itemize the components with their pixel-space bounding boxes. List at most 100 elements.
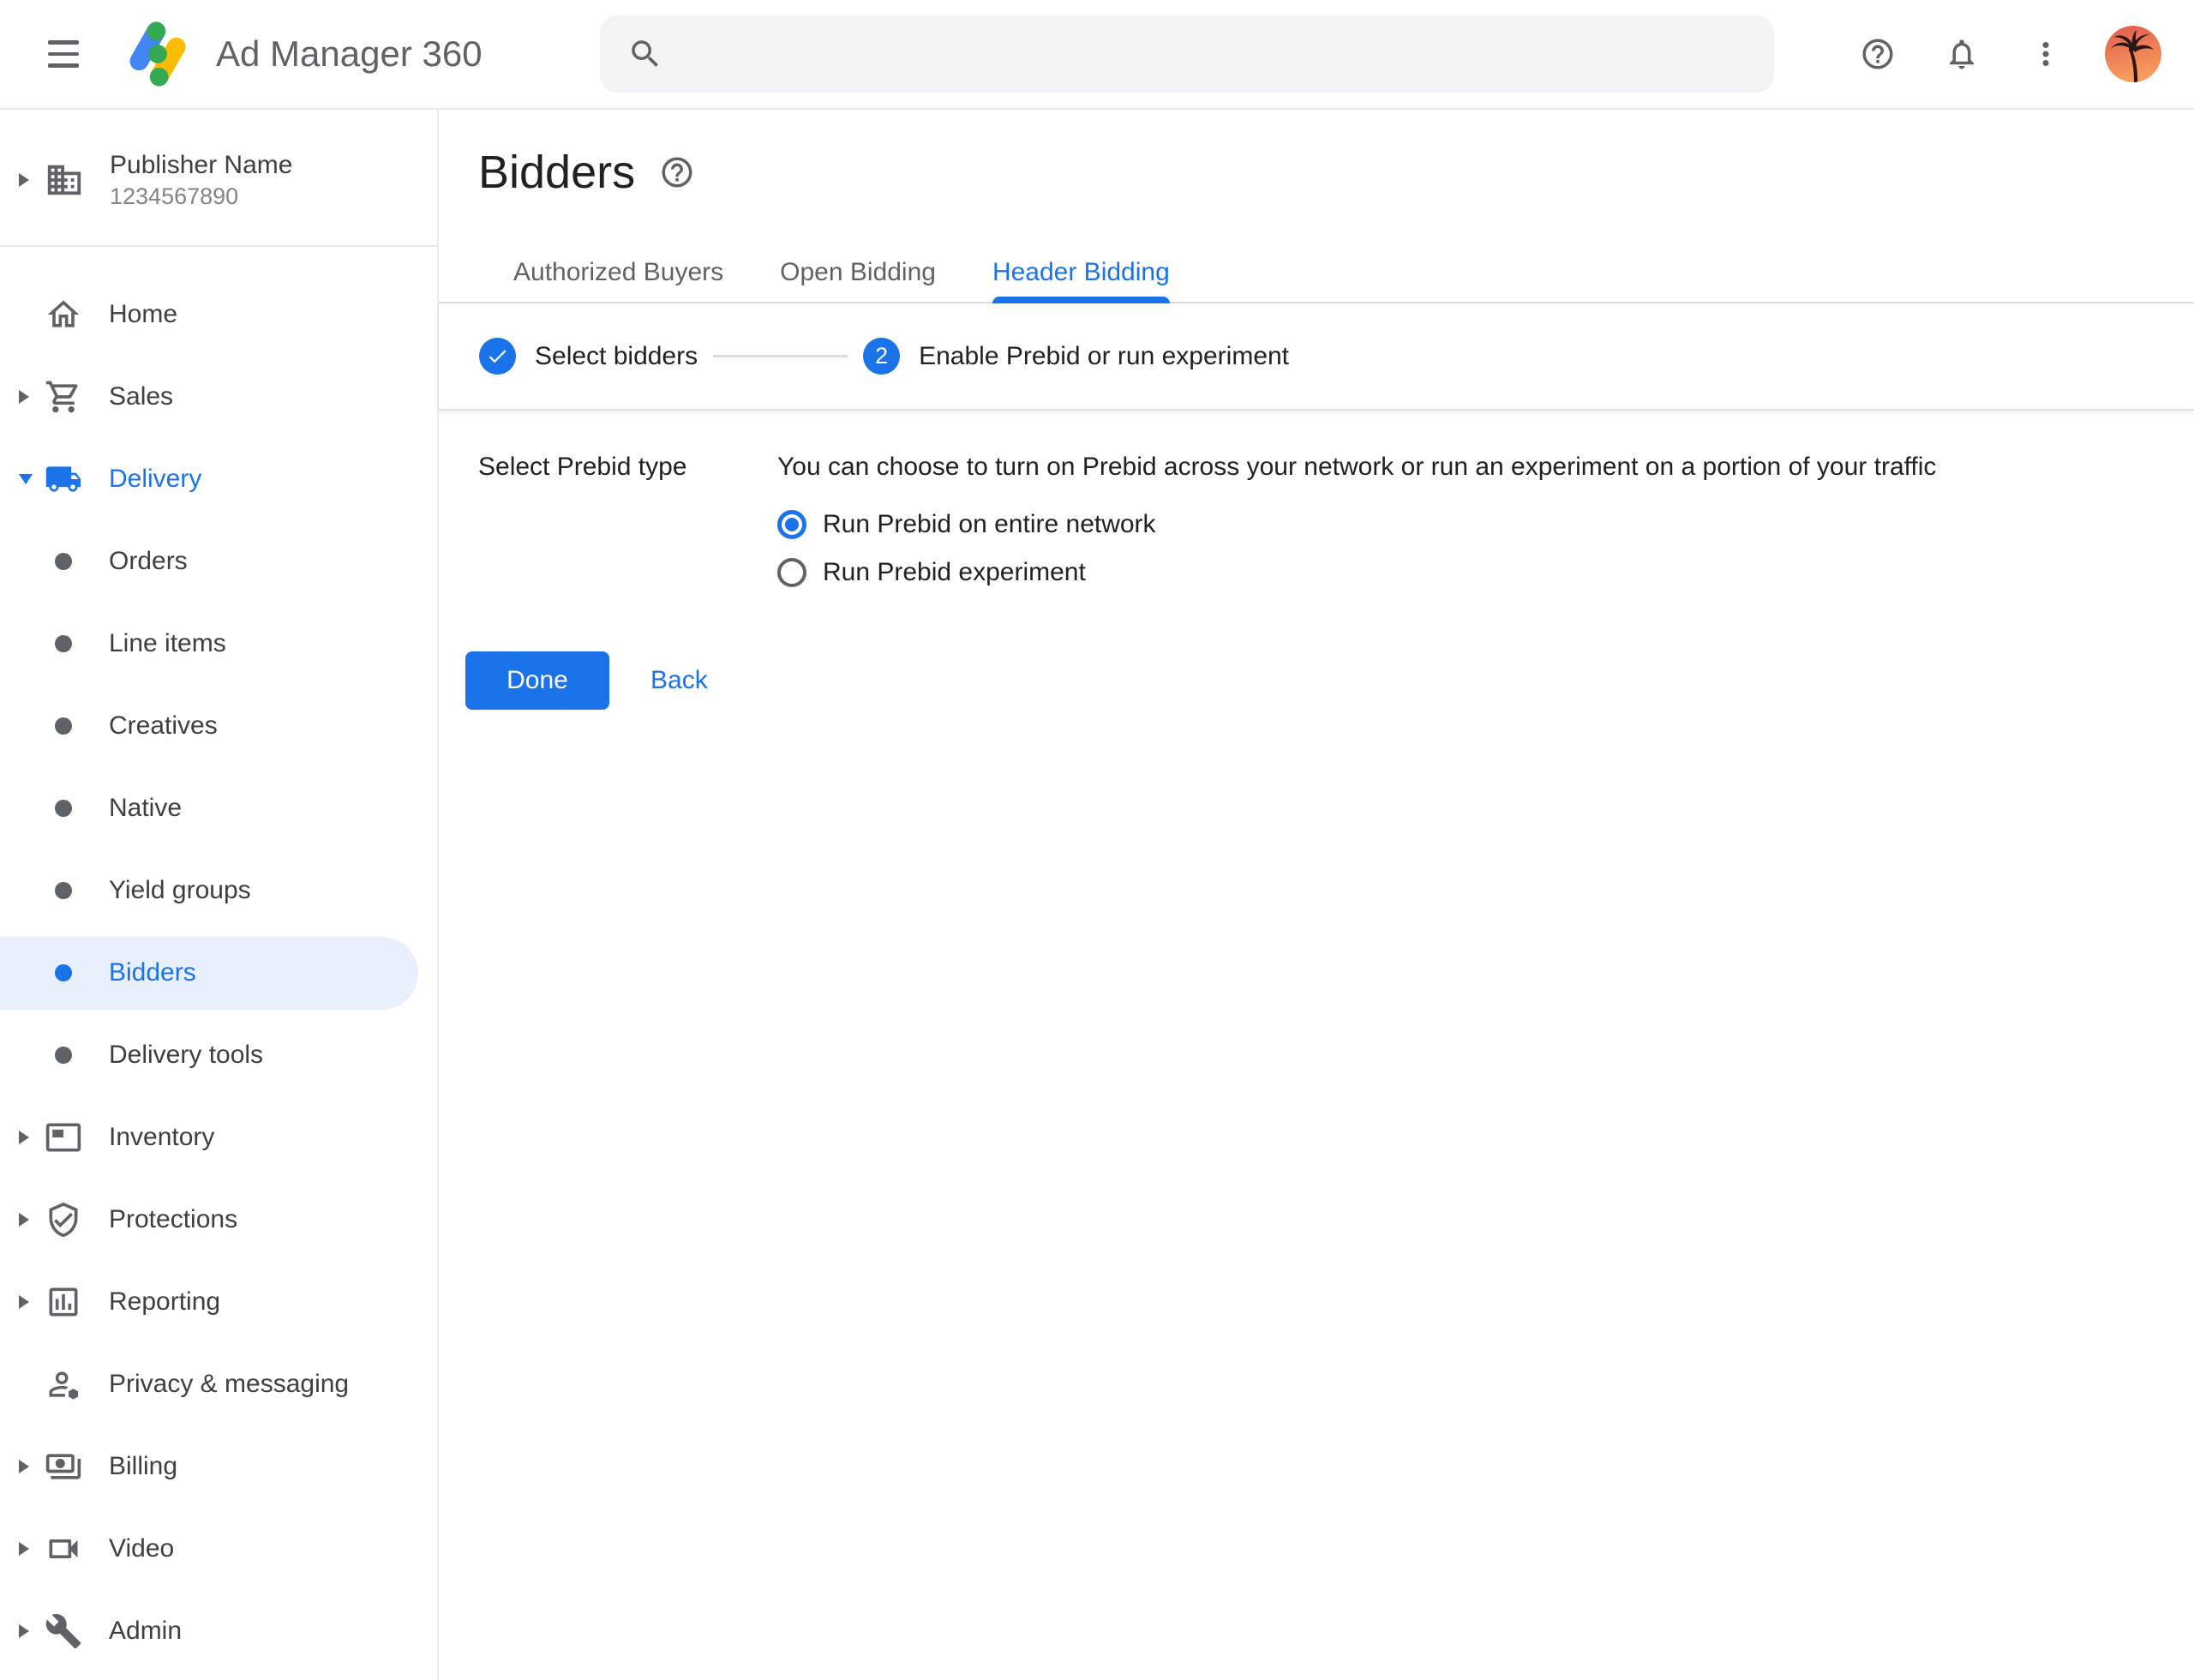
notifications-button[interactable] [1944,36,1980,72]
sidebar-item-label: Native [109,794,182,823]
page-header: Bidders [478,144,2194,201]
sidebar-item-label: Sales [109,382,173,411]
shield-check-icon [45,1201,82,1239]
sidebar-item-bidders[interactable]: Bidders [0,932,437,1014]
brand-title: Ad Manager 360 [216,33,483,75]
chevron-right-icon[interactable] [19,1295,45,1309]
sidebar-item-label: Orders [109,547,188,576]
back-button[interactable]: Back [650,666,708,695]
step-enable-prebid-or-run-experiment[interactable]: 2Enable Prebid or run experiment [863,338,1289,375]
sidebar-item-creatives[interactable]: Creatives [0,685,437,767]
sidebar-item-admin[interactable]: Admin [0,1590,437,1672]
bar-chart-icon [45,1283,82,1321]
sidebar-menu: Home Sales Delivery Orders Line items Creativ… [0,273,437,1672]
chevron-down-icon[interactable] [19,474,45,484]
step-select-bidders[interactable]: Select bidders [479,338,698,375]
sidebar-item-label: Delivery tools [109,1041,263,1070]
search-icon [627,36,663,72]
help-icon [659,180,695,193]
sidebar-item-native[interactable]: Native [0,767,437,849]
sidebar-item-delivery[interactable]: Delivery [0,438,437,520]
sidebar-item-reporting[interactable]: Reporting [0,1261,437,1343]
tab-open-bidding[interactable]: Open Bidding [780,258,936,302]
bullet-icon [45,872,82,909]
step-completed-check-icon [479,338,516,375]
home-icon [45,296,82,333]
form-description: You can choose to turn on Prebid across … [777,450,1936,484]
done-button[interactable]: Done [465,651,609,710]
radio-option-run-prebid-experiment[interactable]: Run Prebid experiment [777,549,1936,597]
sidebar-item-label: Reporting [109,1287,220,1317]
help-button[interactable] [1860,36,1896,72]
sidebar-item-delivery-tools[interactable]: Delivery tools [0,1014,437,1096]
video-camera-icon [45,1530,82,1568]
ad-manager-logo-icon[interactable] [123,16,192,92]
bullet-icon [45,789,82,827]
sidebar-item-billing[interactable]: Billing [0,1425,437,1508]
more-options-button[interactable] [2028,36,2064,72]
page-title: Bidders [478,146,635,199]
sidebar-item-orders[interactable]: Orders [0,520,437,603]
sidebar-item-label: Yield groups [109,876,251,905]
sidebar-item-line-items[interactable]: Line items [0,603,437,685]
sidebar-nav: Publisher Name 1234567890 Home Sales Deliv… [0,110,439,1680]
sidebar-item-label: Admin [109,1617,182,1646]
sidebar-item-label: Bidders [109,958,196,987]
publisher-switcher[interactable]: Publisher Name 1234567890 [0,110,437,211]
form-actions: Done Back [465,651,2194,710]
radio-option-label: Run Prebid experiment [823,558,1086,587]
chevron-right-icon[interactable] [19,1213,45,1227]
radio-unselected-icon [777,558,806,587]
sidebar-item-label: Delivery [109,465,201,494]
page-help-button[interactable] [659,154,695,190]
chevron-right-icon[interactable] [19,1624,45,1638]
person-privacy-icon [45,1365,82,1403]
hamburger-icon [48,52,79,57]
bullet-icon [45,1036,82,1074]
radio-selected-icon [777,510,806,539]
sidebar-item-label: Creatives [109,711,218,741]
step-connector [713,355,848,357]
sidebar-item-home[interactable]: Home [0,273,437,356]
main-content: Bidders Authorized Buyers Open Bidding Hea… [439,110,2194,1680]
sidebar-item-label: Line items [109,629,226,658]
tab-authorized-buyers[interactable]: Authorized Buyers [513,258,723,302]
radio-option-run-prebid-on-entire-network[interactable]: Run Prebid on entire network [777,501,1936,549]
sidebar-item-yield-groups[interactable]: Yield groups [0,849,437,932]
divider [0,245,437,247]
tab-bar: Authorized Buyers Open Bidding Header Bidd… [439,238,2194,303]
sidebar-item-label: Inventory [109,1123,214,1152]
topbar-actions [1860,0,2161,108]
wrench-icon [45,1612,82,1650]
sidebar-item-video[interactable]: Video [0,1508,437,1590]
step-label: Select bidders [535,342,698,371]
step-label: Enable Prebid or run experiment [919,342,1289,371]
bullet-icon [45,954,82,992]
prebid-type-section: Select Prebid type You can choose to tur… [439,411,2194,597]
sidebar-item-label: Home [109,300,177,329]
bullet-icon [45,625,82,663]
main-menu-button[interactable] [48,40,79,68]
more-vert-icon [2028,62,2064,75]
sidebar-item-inventory[interactable]: Inventory [0,1096,437,1179]
hamburger-icon [48,63,79,68]
sidebar-item-privacy-and-messaging[interactable]: Privacy & messaging [0,1343,437,1425]
search-input[interactable] [686,38,1747,71]
bullet-icon [45,543,82,580]
chevron-right-icon[interactable] [19,173,45,187]
global-search[interactable] [600,15,1774,93]
publisher-name: Publisher Name [110,149,292,182]
form-label: Select Prebid type [478,450,777,597]
sidebar-item-protections[interactable]: Protections [0,1179,437,1261]
account-avatar[interactable] [2105,26,2161,82]
chevron-right-icon[interactable] [19,1131,45,1144]
chevron-right-icon[interactable] [19,1542,45,1556]
notifications-icon [1944,62,1980,75]
sidebar-item-sales[interactable]: Sales [0,356,437,438]
chevron-right-icon[interactable] [19,1460,45,1473]
sidebar-item-label: Privacy & messaging [109,1370,349,1399]
help-icon [1860,62,1896,75]
sidebar-item-label: Protections [109,1205,237,1234]
chevron-right-icon[interactable] [19,390,45,404]
tab-header-bidding[interactable]: Header Bidding [992,258,1170,302]
